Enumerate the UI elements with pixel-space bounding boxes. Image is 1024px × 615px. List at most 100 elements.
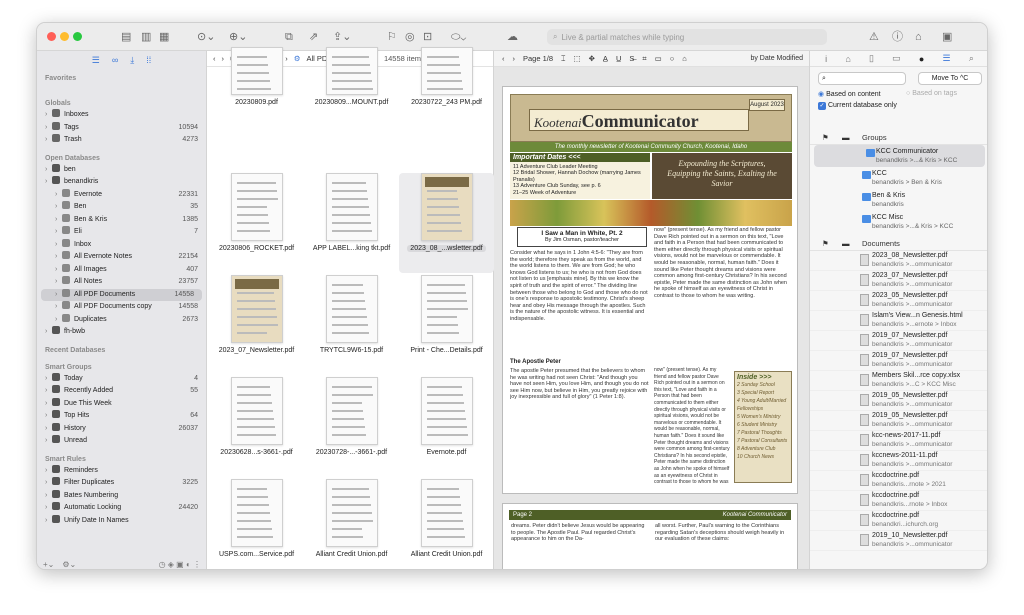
group-row[interactable]: KCC Communicator benandkris >...& Kris > … [814,145,985,167]
disclosure-icon[interactable]: › [45,410,52,423]
sidebar-item[interactable]: › Evernote 22331 [37,188,206,202]
oval-icon[interactable]: ○ [670,54,675,63]
sidebar-item[interactable]: › Automatic Locking 24420 [37,502,206,515]
disclosure-icon[interactable]: › [45,385,52,398]
tag-icon[interactable]: ⌂ [845,54,850,64]
search-icon[interactable]: ⌕ [969,53,974,64]
close-window-button[interactable] [47,32,56,41]
related-document-row[interactable]: kccdoctrine.pdf benandkri...ichurch.org [810,511,987,531]
disclosure-icon[interactable]: › [45,465,52,478]
related-document-row[interactable]: kccdoctrine.pdf benandkris...rnote > 2021 [810,471,987,491]
move-icon[interactable]: ✥ [589,54,595,63]
disclosure-icon[interactable]: › [45,398,52,411]
info-icon[interactable]: ⓘ [892,30,903,44]
stamp-icon[interactable]: ⌂ [682,54,687,63]
split-view-icon[interactable]: ▦ [159,30,169,44]
sidebar-item[interactable]: › Inbox [37,238,206,252]
sidebar-item[interactable]: › Filter Duplicates 3225 [37,477,206,490]
sidebar-item[interactable]: › Unify Date In Names [37,514,206,528]
sidebar-item[interactable]: › History 26037 [37,422,206,436]
related-document-row[interactable]: 2023_08_Newsletter.pdf benandkris >...omm… [810,251,987,271]
document-thumbnail[interactable]: 2023_07_Newsletter.pdf [209,275,304,375]
gear-icon[interactable]: ⚙⌄ [62,560,76,569]
sidebar-item[interactable]: › benandkris [37,176,206,189]
search-input[interactable]: ⌕ Live & partial matches while typing [547,29,827,45]
disclosure-icon[interactable]: › [45,423,52,436]
annotation-icon[interactable]: ▭ [892,53,901,64]
sidebar-item[interactable]: › Trash 4273 [37,134,206,147]
disclosure-icon[interactable]: › [45,326,52,339]
disclosure-icon[interactable]: › [55,264,62,277]
document-thumbnail[interactable]: 20230806_ROCKET.pdf [209,173,304,273]
disclosure-icon[interactable]: › [45,515,52,528]
text-select-icon[interactable]: ⌶ [561,54,566,64]
move-to-button[interactable]: Move To ^C [918,72,982,85]
sidebar-item[interactable]: › All Evernote Notes 22154 [37,251,206,264]
duplicate-icon[interactable]: ⧉ [285,30,293,44]
disclosure-icon[interactable]: › [55,226,62,239]
related-document-row[interactable]: kcc-news-2017-11.pdf benandkris >...ommun… [810,431,987,451]
disclosure-icon[interactable]: › [45,435,52,448]
next-page-icon[interactable]: › [513,54,516,63]
document-thumbnail[interactable]: 20230809...MOUNT.pdf [304,47,399,147]
document-thumbnail[interactable]: Evernote.pdf [399,377,494,477]
document-thumbnail[interactable]: 20230728-...-3661-.pdf [304,377,399,477]
crop-icon[interactable]: ⌗ [642,54,646,64]
mark-read-icon[interactable]: ◎ [405,30,415,44]
disclosure-icon[interactable]: › [55,201,62,214]
document-thumbnail[interactable]: Print - Che...Details.pdf [399,275,494,375]
based-on-tags-radio[interactable]: ○ Based on tags [906,90,957,97]
disclosure-icon[interactable]: › [55,289,62,302]
sidebar-item[interactable]: › All Images 407 [37,263,206,277]
sidebar-item[interactable]: › ben [37,163,206,177]
lock-icon[interactable]: ⊡ [423,30,432,44]
disclosure-icon[interactable]: › [45,122,52,135]
document-thumbnail[interactable]: Alliant Credit Union.pdf [304,479,399,569]
related-document-row[interactable]: 2019_07_Newsletter.pdf benandkris >...omm… [810,331,987,351]
related-document-row[interactable]: Members Skil...rce copy.xlsx benandkris >… [810,371,987,391]
list-icon[interactable]: ☰ [943,53,951,64]
related-document-row[interactable]: 2023_07_Newsletter.pdf benandkris >...omm… [810,271,987,291]
related-document-row[interactable]: 2023_05_Newsletter.pdf benandkris >...omm… [810,291,987,311]
list-view-icon[interactable]: ☰ [92,55,100,66]
sidebar-item[interactable]: › Bates Numbering [37,489,206,503]
sidebar-item[interactable]: › Ben & Kris 1385 [37,213,206,227]
document-thumbnail[interactable]: APP LABEL...king tkt.pdf [304,173,399,273]
sidebar-item[interactable]: › All Notes 23757 [37,276,206,289]
sidebar-item[interactable]: › Duplicates 2673 [37,313,206,327]
sidebar-toggle-icon[interactable]: ▤ [121,30,131,44]
highlight-icon[interactable]: A̲ [603,54,608,63]
related-document-row[interactable]: 2019_07_Newsletter.pdf benandkris >...omm… [810,351,987,371]
document-thumbnail[interactable]: 20230809.pdf [209,47,304,147]
disclosure-icon[interactable]: › [45,502,52,515]
warning-icon[interactable]: ⚠ [869,30,879,44]
group-row[interactable]: KCC Misc benandkris >...& Kris > KCC [810,211,987,233]
sidebar-item[interactable]: › Top Hits 64 [37,410,206,423]
based-on-content-radio[interactable]: ◉ Based on content [818,90,881,98]
current-db-only-checkbox[interactable]: ✓ Current database only [818,102,897,110]
rectangle-icon[interactable]: ▭ [655,54,662,63]
more-actions-icon[interactable]: ⊙⌄ [197,30,215,44]
add-new-icon[interactable]: ⊕⌄ [229,30,247,44]
disclosure-icon[interactable]: › [55,314,62,327]
see-also-icon[interactable]: ● [919,54,924,64]
disclosure-icon[interactable]: › [45,373,52,386]
sidebar-item[interactable]: › Unread [37,435,206,448]
sidebar-item[interactable]: › Reminders [37,464,206,478]
tag-icon[interactable]: ⌂ [915,30,922,44]
document-thumbnail[interactable]: 2023_08_...wsletter.pdf [399,173,494,273]
document-icon[interactable]: ▯ [869,53,874,64]
grid-dots-icon[interactable]: ⁞⁞ [146,55,151,65]
sidebar-item[interactable]: › Inboxes [37,109,206,122]
sidebar-item[interactable]: › Due This Week [37,397,206,411]
related-document-row[interactable]: kccdoctrine.pdf benandkris...rnote > Inbo… [810,491,987,511]
disclosure-icon[interactable]: › [55,276,62,289]
sidebar-item[interactable]: › Ben 35 [37,201,206,214]
tags-view-icon[interactable]: ∞ [112,55,118,65]
document-thumbnail[interactable]: Alliant Credit Union.pdf [399,479,494,569]
inspector-toggle-icon[interactable]: ▣ [942,30,952,44]
group-row[interactable]: Ben & Kris benandkris [810,189,987,211]
disclosure-icon[interactable]: › [45,490,52,503]
disclosure-icon[interactable]: › [45,134,52,147]
view-mode-icon[interactable]: ▥ [141,30,151,44]
